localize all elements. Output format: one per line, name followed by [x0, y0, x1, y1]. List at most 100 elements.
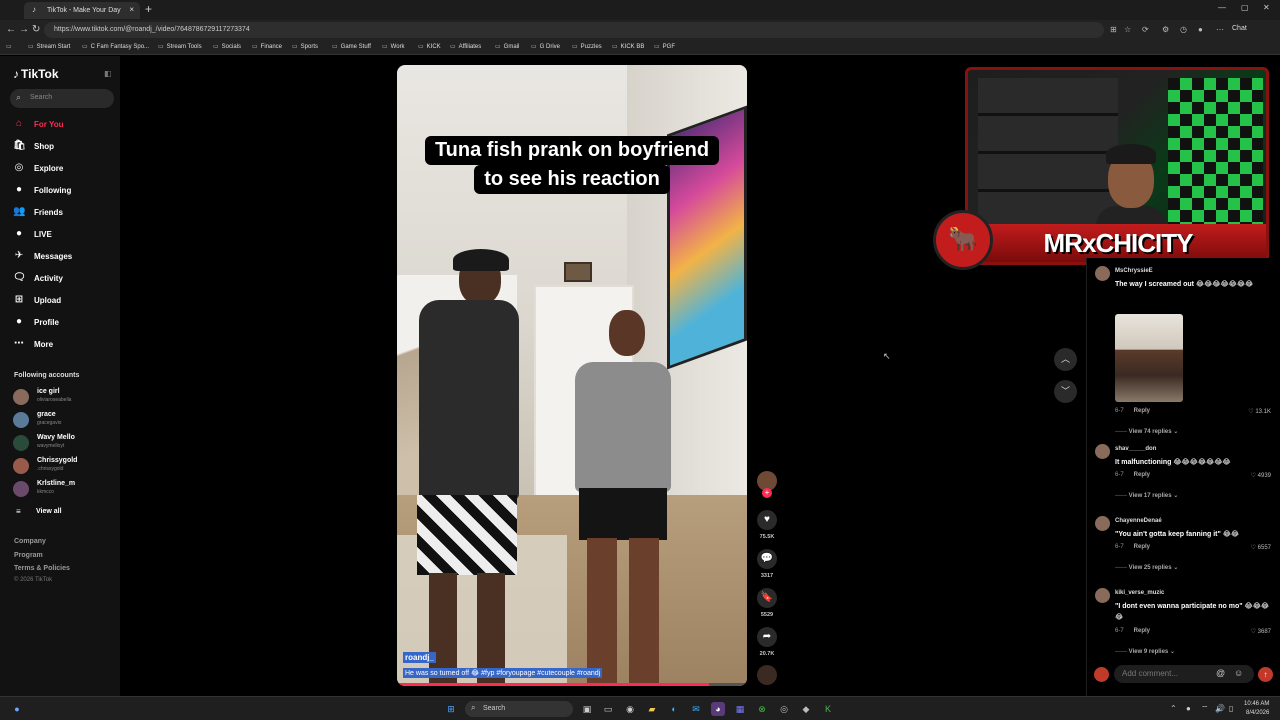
following-account[interactable]: grace gracegavio [13, 411, 113, 431]
comment-likes[interactable]: ♡ 6557 [1251, 544, 1271, 551]
sidebar-item-friends[interactable]: 👥 Friends [13, 206, 113, 220]
bookmark-item[interactable]: Socials [213, 43, 241, 50]
bookmark-item[interactable]: Affiliates [450, 43, 482, 50]
file-explorer-icon[interactable]: ▰ [645, 702, 659, 716]
stream-deck-icon[interactable]: ◆ [799, 702, 813, 716]
forward-icon[interactable]: → [19, 24, 29, 35]
search-input[interactable]: ⌕ Search [10, 89, 114, 108]
mail-icon[interactable]: ✉ [689, 702, 703, 716]
view-all-link[interactable]: View all [36, 508, 62, 515]
sidebar-item-messages[interactable]: ✈ Messages [13, 250, 113, 264]
tab-close-icon[interactable]: × [129, 5, 134, 14]
sidebar-item-for-you[interactable]: ⌂ For You [13, 118, 113, 132]
sidebar-item-explore[interactable]: ◎ Explore [13, 162, 113, 176]
collapse-sidebar-icon[interactable]: ◧ [104, 69, 112, 78]
translate-icon[interactable]: ⊞ [1110, 25, 1117, 34]
favorite-star-icon[interactable]: ☆ [1124, 25, 1131, 34]
view-replies-link[interactable]: View 25 replies ⌄ [1115, 564, 1179, 571]
add-comment-input[interactable]: Add comment... [1114, 665, 1254, 683]
sound-disc-icon[interactable] [757, 665, 777, 685]
bookmark-item[interactable]: Sports [292, 43, 318, 50]
save-button[interactable]: 🔖 5529 [755, 588, 779, 618]
next-video-chevron-down-icon[interactable]: ﹀ [1054, 380, 1077, 403]
footer-terms[interactable]: Terms & Policies [14, 565, 70, 572]
steam-icon[interactable]: ◎ [777, 702, 791, 716]
bookmark-item[interactable]: G Drive [531, 43, 560, 50]
commenter-avatar[interactable] [1095, 588, 1110, 603]
start-menu-icon[interactable]: ⊞ [444, 702, 458, 716]
sidebar-item-following[interactable]: ● Following [13, 184, 113, 198]
view-replies-link[interactable]: View 17 replies ⌄ [1115, 492, 1179, 499]
sidebar-item-activity[interactable]: 🗨 Activity [13, 272, 113, 286]
terminal-icon[interactable]: ▭ [601, 702, 615, 716]
bookmark-item[interactable]: Game Stuff [332, 43, 371, 50]
bookmark-item[interactable]: C Fam Fantasy Spo... [82, 43, 149, 50]
discord-icon[interactable]: ◕ [711, 702, 725, 716]
video-player[interactable]: Tuna fish prank on boyfriend to see his … [397, 65, 747, 686]
bookmark-item[interactable]: Puzzles [572, 43, 602, 50]
extensions-icon[interactable]: ⟳ [1142, 25, 1149, 34]
menu-icon[interactable]: ⋯ [1216, 25, 1224, 34]
kick-app-icon[interactable]: K [821, 702, 835, 716]
commenter-name[interactable]: kiki_verse_muzic [1115, 590, 1164, 596]
profile-avatar-icon[interactable]: ● [1198, 25, 1203, 34]
app-grid-icon[interactable]: ▦ [733, 702, 747, 716]
tiktok-logo[interactable]: ♪ TikTok [13, 67, 59, 81]
tray-app-icon[interactable]: ● [1186, 704, 1191, 713]
minimize-icon[interactable]: — [1218, 3, 1226, 12]
comment-likes[interactable]: ♡ 3687 [1251, 628, 1271, 635]
sidebar-item-live[interactable]: ● LIVE [13, 228, 113, 242]
mention-icon[interactable]: @ [1216, 668, 1225, 678]
reply-button[interactable]: Reply [1134, 408, 1150, 414]
bookmark-item[interactable]: Work [382, 43, 405, 50]
commenter-name[interactable]: ChayenneDenaé [1115, 518, 1162, 524]
bookmark-item[interactable]: Gmail [495, 43, 520, 50]
following-account[interactable]: ice girl oliviaroseabella [13, 388, 113, 408]
reply-button[interactable]: Reply [1134, 628, 1150, 634]
video-username[interactable]: roandj_ [403, 652, 436, 663]
commenter-name[interactable]: shav_____don [1115, 446, 1156, 452]
commenter-avatar[interactable] [1095, 266, 1110, 281]
following-account[interactable]: Chrissygold .chrissygold [13, 457, 113, 477]
bookmark-item[interactable]: KICK [418, 43, 441, 50]
reply-button[interactable]: Reply [1134, 544, 1150, 550]
battery-icon[interactable]: ▯ [1229, 704, 1233, 713]
bookmark-item[interactable]: Stream Tools [158, 43, 202, 50]
commenter-name[interactable]: MsChryssieE [1115, 268, 1153, 274]
view-replies-link[interactable]: View 9 replies ⌄ [1115, 648, 1175, 655]
emoji-icon[interactable]: ☺ [1234, 668, 1243, 678]
bookmarks-menu-icon[interactable] [6, 43, 15, 50]
clock[interactable]: 10:46 AM 8/4/2026 [1244, 700, 1269, 718]
browser-tab[interactable]: ♪ TikTok - Make Your Day × [24, 2, 140, 19]
view-replies-link[interactable]: View 74 replies ⌄ [1115, 428, 1179, 435]
task-view-icon[interactable]: ▣ [580, 702, 594, 716]
chat-button[interactable]: Chat [1232, 25, 1247, 32]
obs-icon[interactable]: ◉ [623, 702, 637, 716]
like-button[interactable]: ♥ 75.5K [755, 510, 779, 540]
window-close-icon[interactable]: ✕ [1263, 3, 1270, 12]
bookmark-item[interactable]: Finance [252, 43, 282, 50]
bookmark-item[interactable]: PGF [654, 43, 675, 50]
extension-icon[interactable]: ⚙ [1162, 25, 1169, 34]
tray-chevron-icon[interactable]: ⌃ [1170, 704, 1177, 713]
sidebar-item-profile[interactable]: ● Profile [13, 316, 113, 330]
footer-program[interactable]: Program [14, 552, 43, 559]
new-tab-button[interactable]: + [145, 2, 152, 16]
commenter-avatar[interactable] [1095, 516, 1110, 531]
reload-icon[interactable]: ↻ [32, 24, 40, 35]
network-icon[interactable]: ⌔ [1201, 704, 1209, 714]
history-icon[interactable]: ◷ [1180, 25, 1187, 34]
commenter-avatar[interactable] [1095, 444, 1110, 459]
taskbar-search[interactable]: ⌕ Search [465, 701, 573, 717]
comment-image[interactable] [1115, 314, 1183, 402]
previous-video-chevron-up-icon[interactable]: ︿ [1054, 348, 1077, 371]
widgets-icon[interactable]: ● [10, 702, 24, 716]
video-progress-bar[interactable] [397, 683, 747, 686]
edge-browser-icon[interactable]: ◐ [667, 702, 681, 716]
comment-likes[interactable]: ♡ 13.1K [1248, 408, 1271, 415]
send-arrow-icon[interactable]: ↑ [1258, 667, 1273, 682]
sidebar-item-shop[interactable]: 🛍 Shop [13, 140, 113, 154]
maximize-icon[interactable]: ▢ [1241, 3, 1249, 12]
follow-plus-icon[interactable]: + [762, 488, 772, 498]
url-input[interactable]: https://www.tiktok.com/@roandj_/video/76… [44, 22, 1104, 38]
